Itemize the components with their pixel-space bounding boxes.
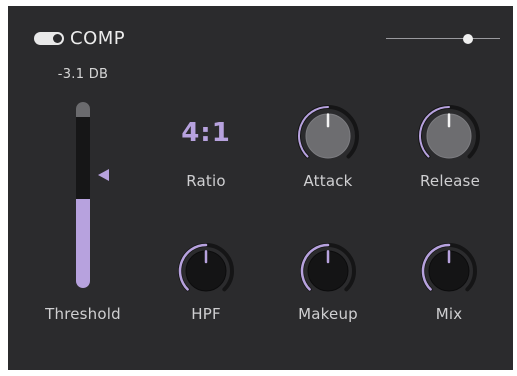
makeup-label: Makeup: [298, 305, 358, 323]
threshold-label: Threshold: [45, 305, 121, 323]
threshold-marker[interactable]: [98, 168, 109, 181]
makeup-knob[interactable]: [299, 242, 357, 300]
attack-knob[interactable]: [296, 104, 360, 168]
hpf-knob[interactable]: [177, 242, 235, 300]
meter-peak-segment: [76, 102, 90, 117]
attack-label: Attack: [303, 172, 353, 190]
hpf-label: HPF: [191, 305, 221, 323]
release-knob[interactable]: [417, 104, 481, 168]
meter-level-fill: [76, 198, 90, 288]
ratio-value[interactable]: 4:1: [171, 118, 241, 148]
toggle-knob: [53, 34, 62, 43]
mix-slider[interactable]: [386, 32, 500, 46]
mix-label: Mix: [435, 305, 463, 323]
threshold-readout: -3.1 DB: [57, 67, 109, 82]
release-label: Release: [419, 172, 480, 190]
mix-knob[interactable]: [420, 242, 478, 300]
plugin-title: COMP: [70, 28, 126, 49]
slider-track: [386, 38, 500, 39]
threshold-meter[interactable]: [76, 102, 90, 288]
compressor-panel: COMP -3.1 DB Threshold 4:1 Ratio Attack …: [8, 6, 513, 370]
ratio-label: Ratio: [186, 172, 226, 190]
slider-thumb[interactable]: [463, 34, 474, 44]
power-toggle[interactable]: [34, 32, 64, 45]
